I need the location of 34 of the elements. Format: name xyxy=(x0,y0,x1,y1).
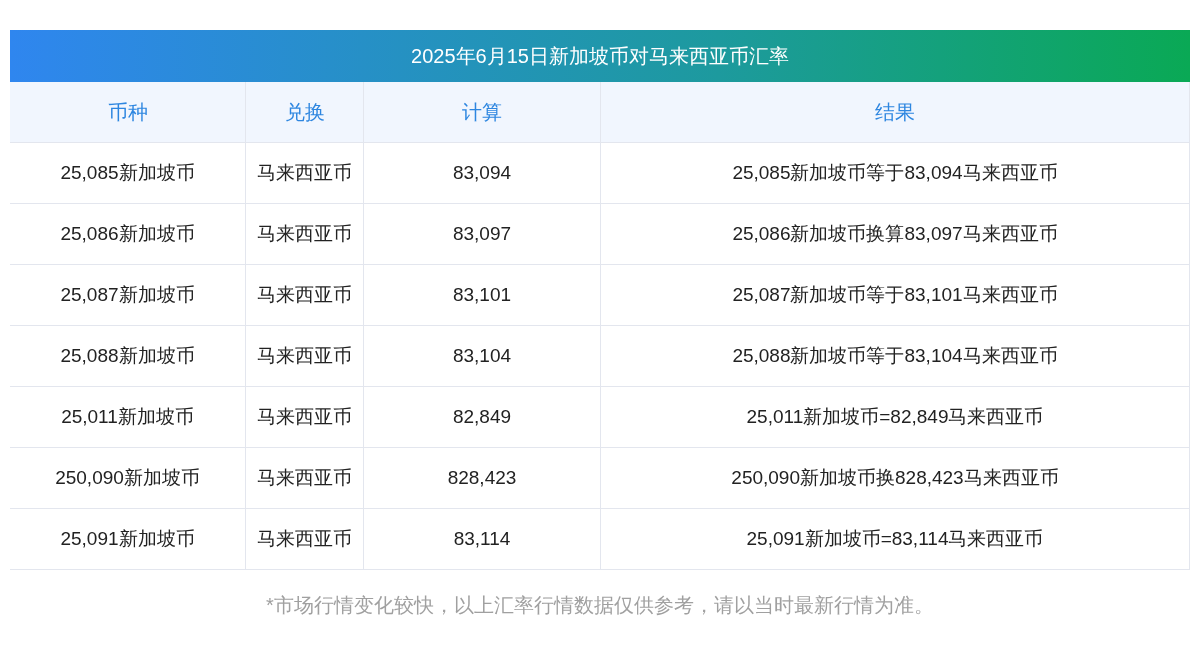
table-cell: 83,104 xyxy=(363,326,600,387)
table-cell: 82,849 xyxy=(363,387,600,448)
table-cell: 25,085新加坡币等于83,094马来西亚币 xyxy=(600,143,1189,204)
table-cell: 25,091新加坡币=83,114马来西亚币 xyxy=(600,509,1189,570)
table-cell: 25,091新加坡币 xyxy=(10,509,245,570)
table-cell: 25,086新加坡币 xyxy=(10,204,245,265)
table-cell: 250,090新加坡币换828,423马来西亚币 xyxy=(600,448,1189,509)
table-cell: 25,085新加坡币 xyxy=(10,143,245,204)
table-cell: 83,097 xyxy=(363,204,600,265)
table-cell: 83,114 xyxy=(363,509,600,570)
table-cell: 83,101 xyxy=(363,265,600,326)
table-cell: 25,088新加坡币等于83,104马来西亚币 xyxy=(600,326,1189,387)
table-cell: 25,087新加坡币等于83,101马来西亚币 xyxy=(600,265,1189,326)
table-cell: 25,088新加坡币 xyxy=(10,326,245,387)
table-cell: 马来西亚币 xyxy=(245,204,363,265)
column-header: 计算 xyxy=(363,82,600,143)
table-cell: 马来西亚币 xyxy=(245,387,363,448)
table-cell: 25,086新加坡币换算83,097马来西亚币 xyxy=(600,204,1189,265)
table-cell: 马来西亚币 xyxy=(245,326,363,387)
table-cell: 250,090新加坡币 xyxy=(10,448,245,509)
table-cell: 25,087新加坡币 xyxy=(10,265,245,326)
table-cell: 马来西亚币 xyxy=(245,265,363,326)
table-cell: 83,094 xyxy=(363,143,600,204)
table-cell: 马来西亚币 xyxy=(245,143,363,204)
table-title: 2025年6月15日新加坡币对马来西亚币汇率 xyxy=(10,30,1190,82)
table-cell: 25,011新加坡币=82,849马来西亚币 xyxy=(600,387,1189,448)
column-header: 币种 xyxy=(10,82,245,143)
column-header: 兑换 xyxy=(245,82,363,143)
column-header: 结果 xyxy=(600,82,1189,143)
table-cell: 马来西亚币 xyxy=(245,509,363,570)
table-cell: 马来西亚币 xyxy=(245,448,363,509)
table-cell: 25,011新加坡币 xyxy=(10,387,245,448)
footnote: *市场行情变化较快，以上汇率行情数据仅供参考，请以当时最新行情为准。 xyxy=(265,593,935,618)
table-cell: 828,423 xyxy=(363,448,600,509)
